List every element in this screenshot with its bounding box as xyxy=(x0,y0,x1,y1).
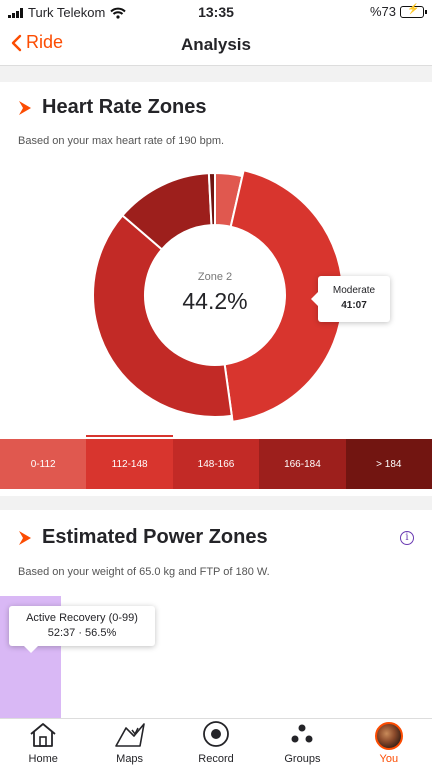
tooltip-zone-time: 41:07 xyxy=(341,300,367,311)
zone-button-2[interactable]: 112-148 xyxy=(86,435,174,489)
nav-bar: Ride Analysis xyxy=(0,24,432,66)
page-title: Analysis xyxy=(181,35,251,54)
section-subtitle: Based on your max heart rate of 190 bpm. xyxy=(18,135,225,147)
section-title: Heart Rate Zones xyxy=(42,96,207,118)
tab-home[interactable]: Home xyxy=(0,719,86,768)
tab-label: You xyxy=(379,753,399,765)
groups-icon xyxy=(291,724,313,743)
map-icon xyxy=(114,723,145,747)
info-icon[interactable]: i xyxy=(400,531,414,545)
power-tooltip-zone: Active Recovery (0-99) xyxy=(26,612,138,624)
battery-icon: ⚡ xyxy=(400,4,427,18)
tab-maps[interactable]: Maps xyxy=(86,719,172,768)
power-section-header: Estimated Power Zones xyxy=(18,526,268,549)
tab-record[interactable]: Record xyxy=(173,719,259,768)
zone-range-label: 148-166 xyxy=(197,458,235,470)
tab-label: Record xyxy=(198,753,234,765)
donut-center: Zone 2 44.2% xyxy=(86,166,344,424)
zone-label: Zone 2 xyxy=(197,271,233,283)
power-tooltip: Active Recovery (0-99) 52:37 · 56.5% xyxy=(9,606,155,653)
status-time: 13:35 xyxy=(198,4,234,20)
zone-button-5[interactable]: > 184 xyxy=(345,439,432,489)
zone-button-1[interactable]: 0-112 xyxy=(0,439,87,489)
chevron-right-icon xyxy=(19,100,31,115)
tooltip-zone-name: Moderate xyxy=(332,285,376,296)
zone-button-4[interactable]: 166-184 xyxy=(259,439,346,489)
tab-label: Home xyxy=(28,753,58,765)
battery-percent: %73 xyxy=(369,4,396,19)
power-tooltip-value: 52:37 · 56.5% xyxy=(47,627,117,639)
record-icon xyxy=(203,721,229,747)
tab-you[interactable]: You xyxy=(346,719,432,768)
power-zones-card: Estimated Power Zones i Based on your we… xyxy=(0,510,432,718)
section-subtitle: Based on your weight of 65.0 kg and FTP … xyxy=(18,566,270,578)
tab-bar: Home Maps Record Groups You xyxy=(0,718,432,768)
avatar xyxy=(374,722,403,750)
home-icon xyxy=(30,723,56,747)
zone-range-label: 0-112 xyxy=(30,458,56,470)
zone-range-label: > 184 xyxy=(376,458,402,470)
tab-groups[interactable]: Groups xyxy=(259,719,345,768)
status-bar: Turk Telekom 13:35 %73 ⚡ xyxy=(0,0,432,24)
tab-label: Groups xyxy=(284,753,321,765)
section-title: Estimated Power Zones xyxy=(42,526,268,548)
chevron-right-icon xyxy=(19,530,31,545)
zone-selector: 0-112 112-148 148-166 166-184 > 184 xyxy=(0,435,432,489)
zone-percentage: 44.2% xyxy=(182,288,248,314)
status-right: %73 ⚡ xyxy=(369,4,427,19)
zone-tooltip: Moderate 41:07 xyxy=(311,276,390,322)
zone-range-label: 112-148 xyxy=(111,458,148,470)
heart-rate-section-header: Heart Rate Zones xyxy=(18,96,207,119)
heart-rate-card: Heart Rate Zones Based on your max heart… xyxy=(0,82,432,496)
tab-label: Maps xyxy=(116,753,144,765)
zone-range-label: 166-184 xyxy=(284,458,321,470)
zone-button-3[interactable]: 148-166 xyxy=(172,439,260,489)
